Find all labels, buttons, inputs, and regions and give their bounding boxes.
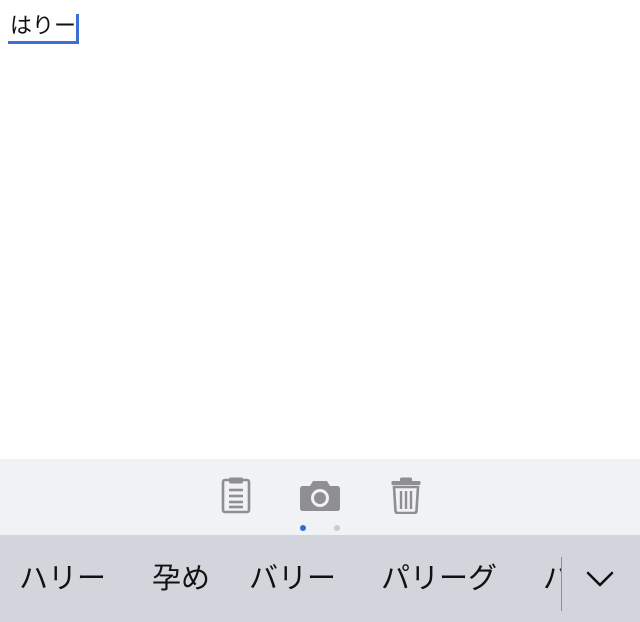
composing-text: はりー <box>8 13 78 44</box>
page-indicator <box>0 525 640 533</box>
clipboard-icon <box>221 477 251 514</box>
text-editor[interactable]: はりー <box>0 0 640 459</box>
clipboard-button[interactable] <box>214 473 258 517</box>
trash-icon <box>391 477 421 514</box>
page-dot-active <box>300 525 306 531</box>
candidate-divider <box>561 557 562 611</box>
candidate-item[interactable]: ハリー <box>19 535 106 622</box>
page-dot <box>334 525 340 531</box>
text-caret <box>76 14 80 44</box>
expand-candidates-button[interactable] <box>572 553 628 605</box>
candidate-list: ハリー 孕め バリー パリーグ パ <box>0 535 562 622</box>
chevron-down-icon <box>586 571 614 587</box>
composing-region: はりー <box>8 12 80 44</box>
camera-button[interactable] <box>298 473 342 517</box>
trash-button[interactable] <box>384 473 428 517</box>
candidate-item[interactable]: パリーグ <box>381 535 497 622</box>
candidate-item[interactable]: パ <box>543 535 562 622</box>
candidate-item[interactable]: バリー <box>249 535 336 622</box>
keyboard-toolbar <box>0 459 640 535</box>
candidate-item[interactable]: 孕め <box>152 535 210 622</box>
camera-icon <box>300 481 340 511</box>
candidate-bar: ハリー 孕め バリー パリーグ パ <box>0 535 640 622</box>
